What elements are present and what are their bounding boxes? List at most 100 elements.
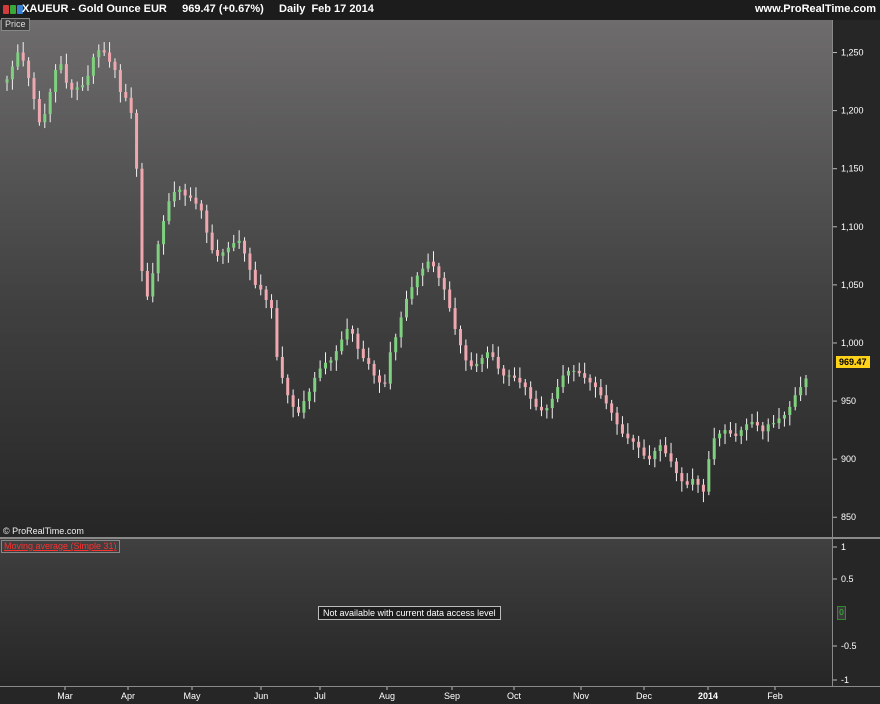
candle-body xyxy=(145,270,149,297)
candle-body xyxy=(97,50,101,58)
y-tick-label: 950 xyxy=(841,396,856,406)
candle-body xyxy=(329,360,333,363)
candle-body xyxy=(210,232,214,251)
candle-body xyxy=(496,356,500,369)
candle-body xyxy=(691,478,695,485)
candle-body xyxy=(259,284,263,290)
candle-body xyxy=(275,308,279,357)
candle-body xyxy=(615,412,619,425)
candle-body xyxy=(43,114,47,123)
candle-body xyxy=(129,97,133,113)
candle-body xyxy=(334,351,338,361)
candle-body xyxy=(545,408,549,411)
candle-body xyxy=(674,461,678,474)
candle-body xyxy=(183,189,187,196)
x-tick-label: Jun xyxy=(254,691,269,701)
x-tick-label: Aug xyxy=(379,691,395,701)
candle-body xyxy=(480,358,484,364)
indicator-tick-label: -1 xyxy=(841,675,849,685)
candle-body xyxy=(135,112,139,169)
candle-body xyxy=(556,387,560,399)
candle-body xyxy=(604,395,608,404)
candle-body xyxy=(701,484,705,492)
candle-body xyxy=(345,329,349,340)
indicator-tick-label: -0.5 xyxy=(841,641,857,651)
y-tick-label: 1,100 xyxy=(841,222,864,232)
candlestick-chart: 850 900 950 1,000 1,050 1,100 1,150 1,200 1,250 1… xyxy=(5,42,864,701)
candle-body xyxy=(280,356,284,378)
candle-body xyxy=(437,266,441,278)
candle-body xyxy=(178,189,182,192)
candle-body xyxy=(593,382,597,388)
candle-body xyxy=(620,424,624,434)
candle-body xyxy=(529,387,533,399)
candle-body xyxy=(324,362,328,369)
candle-body xyxy=(658,445,662,452)
candle-body xyxy=(718,433,722,439)
candle-body xyxy=(804,378,808,388)
candle-body xyxy=(485,352,489,359)
y-tick-label: 900 xyxy=(841,454,856,464)
candle-body xyxy=(140,168,144,271)
candle-body xyxy=(577,370,581,374)
candle-body xyxy=(647,455,651,460)
candle-body xyxy=(59,64,63,70)
candle-body xyxy=(37,99,41,123)
candle-body xyxy=(518,377,522,383)
candle-body xyxy=(162,220,166,245)
candle-body xyxy=(572,370,576,372)
candle-body xyxy=(232,243,236,248)
candle-body xyxy=(54,69,58,93)
y-tick-label: 1,000 xyxy=(841,338,864,348)
candle-body xyxy=(421,268,425,276)
candle-body xyxy=(475,363,479,367)
candle-body xyxy=(410,287,414,299)
candle-body xyxy=(512,375,516,378)
x-tick-label: Jul xyxy=(314,691,326,701)
candle-body xyxy=(340,339,344,352)
indicator-tick-label: 0.5 xyxy=(841,574,854,584)
moving-average-label[interactable]: Moving average (Simple 31) xyxy=(1,540,120,553)
candle-body xyxy=(448,289,452,309)
candle-body xyxy=(642,447,646,456)
candle-body xyxy=(696,478,700,485)
x-tick-label: Nov xyxy=(573,691,590,701)
candle-body xyxy=(372,363,376,376)
candle-body xyxy=(48,92,52,115)
candle-body xyxy=(113,61,117,70)
candle-body xyxy=(124,92,128,98)
candle-body xyxy=(167,201,171,221)
candle-body xyxy=(216,250,220,256)
candle-body xyxy=(118,69,122,93)
candle-body xyxy=(21,52,25,61)
candle-body xyxy=(86,75,90,86)
candle-body xyxy=(151,273,155,297)
x-tick-label: Apr xyxy=(121,691,135,701)
price-panel-label[interactable]: Price xyxy=(1,18,30,31)
candle-body xyxy=(772,423,776,425)
candle-body xyxy=(464,345,468,361)
candle-body xyxy=(32,78,36,100)
candle-body xyxy=(491,352,495,357)
candle-body xyxy=(383,382,387,384)
candle-body xyxy=(723,430,727,434)
x-tick-label: Feb xyxy=(767,691,783,701)
candle-body xyxy=(685,481,689,485)
candle-body xyxy=(669,453,673,462)
candle-body xyxy=(626,433,630,439)
candle-body xyxy=(388,352,392,384)
candle-body xyxy=(399,317,403,338)
data-access-message: Not available with current data access l… xyxy=(318,606,501,620)
candle-body xyxy=(221,252,225,256)
candle-body xyxy=(253,269,257,285)
candle-body xyxy=(81,85,85,88)
candle-body xyxy=(745,424,749,431)
x-tick-label: Mar xyxy=(57,691,73,701)
candle-body xyxy=(426,261,430,269)
candle-body xyxy=(248,253,252,270)
candle-body xyxy=(291,395,295,407)
copyright-text: © ProRealTime.com xyxy=(3,526,84,536)
candle-body xyxy=(108,52,112,62)
x-tick-label: 2014 xyxy=(698,691,718,701)
prorealtime-chart-window: XAUEUR - Gold Ounce EUR 969.47 (+0.67%) … xyxy=(0,0,880,704)
